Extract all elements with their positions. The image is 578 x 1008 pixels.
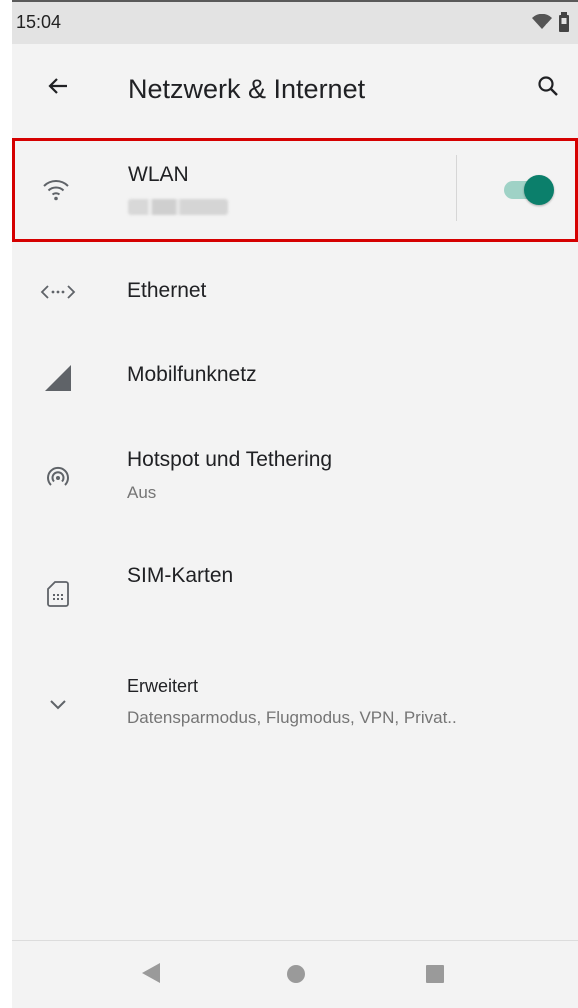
wifi-icon [41,177,71,208]
page-title: Netzwerk & Internet [128,74,366,104]
wifi-icon [532,13,552,35]
toggle-knob [524,175,554,205]
status-time: 15:04 [16,12,62,32]
divider [456,155,457,221]
search-icon [536,74,560,103]
battery-icon [558,12,570,37]
list-item-ethernet[interactable]: Ethernet [12,250,578,334]
sim-card-icon [38,574,78,614]
screen: 15:04 Netzwerk & Internet WLAN Ethernet … [12,0,578,1008]
list-item-title: Mobilfunknetz [127,363,257,386]
wlan-network-name-blurred [128,199,228,215]
back-button[interactable] [38,68,78,108]
search-button[interactable] [528,68,568,108]
list-item-hotspot[interactable]: Hotspot und Tethering Aus [12,428,578,528]
nav-recents-icon[interactable] [426,965,444,983]
wlan-toggle[interactable] [502,175,554,205]
list-item-title: Ethernet [127,279,207,302]
list-item-title: Erweitert [127,676,199,696]
navigation-bar [12,940,578,1008]
wlan-row[interactable]: WLAN [12,138,578,242]
chevron-down-icon [38,684,78,724]
list-item-subtitle: Aus [127,483,157,502]
nav-back-icon[interactable] [140,961,162,990]
list-item-title: Hotspot und Tethering [127,448,333,471]
ethernet-icon [38,272,78,312]
list-item-mobile-network[interactable]: Mobilfunknetz [12,334,578,418]
wlan-title: WLAN [128,163,189,186]
status-bar: 15:04 [12,0,578,44]
list-item-sim-cards[interactable]: SIM-Karten [12,540,578,636]
app-bar: Netzwerk & Internet [12,44,578,136]
arrow-back-icon [46,74,70,103]
list-item-title: SIM-Karten [127,564,234,587]
list-item-subtitle: Datensparmodus, Flugmodus, VPN, Privat.. [127,708,457,727]
hotspot-icon [38,458,78,498]
status-icons [532,12,570,37]
list-item-advanced[interactable]: Erweitert Datensparmodus, Flugmodus, VPN… [12,660,578,760]
nav-home-icon[interactable] [287,965,305,983]
cellular-signal-icon [38,358,78,398]
